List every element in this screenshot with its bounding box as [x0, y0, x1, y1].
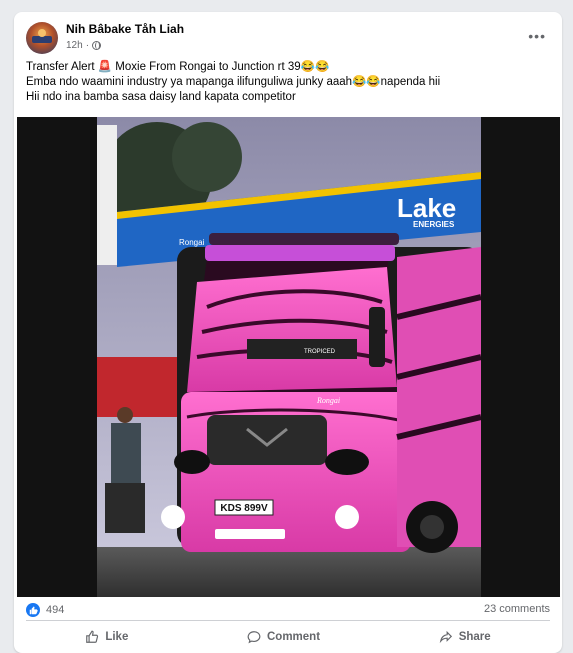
plate-text: KDS 899V [220, 503, 268, 514]
comment-button[interactable]: Comment [235, 626, 332, 648]
script-text: Rongai [316, 396, 340, 405]
share-arrow-icon [439, 630, 452, 644]
author-name[interactable]: Nih Bâbake Tåh Liah [66, 22, 184, 36]
comment-count[interactable]: 23 comments [484, 603, 550, 615]
emblem-text: TROPICED [304, 349, 336, 355]
matatu-photo: Lake ENERGIES Rongai TROPICED KDS 899V R… [97, 117, 481, 597]
post-card: Nih Bâbake Tåh Liah 12h · ••• Transfer A… [14, 12, 562, 653]
post-line: Emba ndo waamini industry ya mapanga ili… [26, 76, 441, 88]
post-meta: 12h · [66, 40, 102, 51]
sign-subtext: ENERGIES [413, 220, 455, 229]
post-photo[interactable]: Lake ENERGIES Rongai TROPICED KDS 899V R… [17, 117, 560, 597]
like-label: Like [105, 631, 129, 643]
like-reaction-icon [26, 603, 40, 617]
comment-label: Comment [267, 631, 321, 643]
post-line: Transfer Alert 🚨 Moxie From Rongai to Ju… [26, 61, 330, 73]
action-bar: Like Comment Share [26, 623, 550, 651]
like-count: 494 [46, 604, 65, 616]
share-label: Share [458, 631, 491, 643]
canopy-text: Rongai [179, 238, 205, 247]
post-text: Transfer Alert 🚨 Moxie From Rongai to Ju… [26, 60, 546, 105]
more-options-button[interactable]: ••• [528, 28, 546, 44]
share-button[interactable]: Share [427, 626, 503, 648]
reactions-summary[interactable]: 494 [26, 603, 64, 617]
globe-icon [92, 41, 102, 50]
post-time[interactable]: 12h [66, 40, 83, 51]
avatar-image [32, 29, 52, 43]
author-avatar[interactable] [26, 22, 58, 54]
thumbs-up-icon [86, 630, 99, 643]
post-line: Hii ndo ina bamba sasa daisy land kapata… [26, 91, 296, 103]
divider [26, 620, 550, 621]
like-button[interactable]: Like [73, 626, 140, 648]
sign-text: Lake [397, 193, 456, 223]
comment-bubble-icon [247, 631, 261, 644]
